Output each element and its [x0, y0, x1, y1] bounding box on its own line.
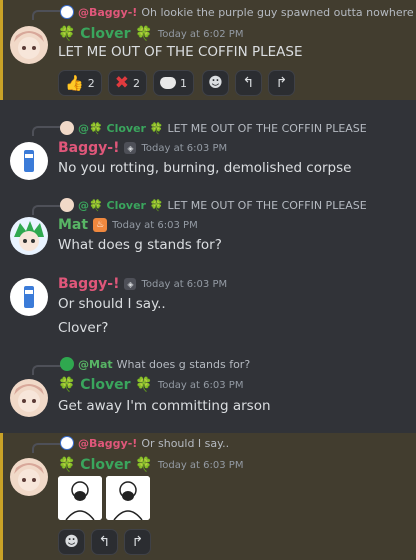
reaction-thumbs-up[interactable]: 👍 2	[58, 70, 102, 96]
forward-arrow-icon: ↱	[275, 75, 288, 91]
avatar[interactable]	[10, 458, 48, 496]
avatar[interactable]	[10, 379, 48, 417]
message-text: Or should I say..	[58, 296, 166, 312]
timestamp: Today at 6:03 PM	[157, 379, 244, 391]
flame-badge-icon: ♨	[93, 218, 108, 232]
timestamp: Today at 6:02 PM	[157, 28, 244, 40]
avatar[interactable]	[10, 26, 48, 64]
message-text: No you rotting, burning, demolished corp…	[58, 160, 352, 176]
reaction-bar: 👍 2 ✖ 2 1 ☻ ↰ ↱	[58, 70, 295, 96]
avatar[interactable]	[10, 217, 48, 255]
reply-avatar	[60, 357, 74, 371]
username[interactable]: Baggy-!	[58, 140, 119, 156]
reply-button[interactable]: ↰	[234, 70, 262, 96]
reply-arrow-icon: ↰	[242, 75, 255, 91]
reply-preview[interactable]: @Baggy-! Oh lookie the purple guy spawne…	[60, 4, 414, 20]
forward-button[interactable]: ↱	[267, 70, 295, 96]
timestamp: Today at 6:03 PM	[141, 142, 228, 154]
username[interactable]: 🍀 Clover 🍀	[58, 457, 153, 473]
app-tag-icon: ◈	[124, 278, 137, 290]
username[interactable]: 🍀 Clover 🍀	[58, 26, 153, 42]
message-5: @Mat What does g stands for? 🍀 Clover 🍀 …	[0, 355, 416, 425]
username[interactable]: Baggy-!	[58, 276, 119, 292]
add-reaction-button[interactable]: ☻	[201, 70, 229, 96]
message-text: What does g stands for?	[58, 237, 222, 253]
app-tag-icon: ◈	[124, 142, 137, 154]
smiley-icon: ☻	[64, 534, 79, 550]
message-6: @Baggy-! Or should I say.. 🍀 Clover 🍀 To…	[0, 433, 416, 560]
message-text: LET ME OUT OF THE COFFIN PLEASE	[58, 44, 303, 60]
image-attachment[interactable]	[106, 476, 150, 520]
red-x-icon: ✖	[114, 73, 129, 93]
reply-avatar	[60, 198, 74, 212]
reply-arrow-icon: ↰	[98, 534, 111, 550]
reply-avatar	[60, 121, 74, 135]
forward-button[interactable]: ↱	[124, 529, 151, 555]
image-attachment[interactable]	[58, 476, 102, 520]
avatar[interactable]	[10, 142, 48, 180]
message-actions: ☻ ↰ ↱	[58, 529, 151, 555]
reply-button[interactable]: ↰	[91, 529, 118, 555]
reply-preview[interactable]: @🍀 Clover 🍀 LET ME OUT OF THE COFFIN PLE…	[60, 197, 367, 213]
username[interactable]: Mat	[58, 217, 88, 233]
forward-arrow-icon: ↱	[131, 534, 144, 550]
add-reaction-button[interactable]: ☻	[58, 529, 85, 555]
thumbs-up-icon: 👍	[65, 74, 84, 92]
message-1: @Baggy-! Oh lookie the purple guy spawne…	[0, 0, 416, 100]
message-4: Baggy-! ◈ Today at 6:03 PM Or should I s…	[0, 272, 416, 342]
username[interactable]: 🍀 Clover 🍀	[58, 377, 153, 393]
timestamp: Today at 6:03 PM	[141, 278, 228, 290]
timestamp: Today at 6:03 PM	[157, 459, 244, 471]
smiley-icon: ☻	[208, 75, 223, 91]
message-text: Clover?	[58, 320, 109, 336]
message-3: @🍀 Clover 🍀 LET ME OUT OF THE COFFIN PLE…	[0, 195, 416, 265]
trollface-icon	[159, 77, 176, 89]
attachment-row	[58, 476, 150, 520]
reaction-red-x[interactable]: ✖ 2	[107, 70, 147, 96]
reply-preview[interactable]: @Baggy-! Or should I say..	[60, 435, 229, 451]
reply-preview[interactable]: @🍀 Clover 🍀 LET ME OUT OF THE COFFIN PLE…	[60, 120, 367, 136]
reply-avatar	[60, 5, 74, 19]
reply-preview[interactable]: @Mat What does g stands for?	[60, 356, 250, 372]
reply-avatar	[60, 436, 74, 450]
timestamp: Today at 6:03 PM	[112, 219, 198, 231]
message-2: @🍀 Clover 🍀 LET ME OUT OF THE COFFIN PLE…	[0, 116, 416, 186]
reaction-trollface[interactable]: 1	[152, 70, 194, 96]
avatar[interactable]	[10, 278, 48, 316]
message-text: Get away I'm committing arson	[58, 398, 271, 414]
